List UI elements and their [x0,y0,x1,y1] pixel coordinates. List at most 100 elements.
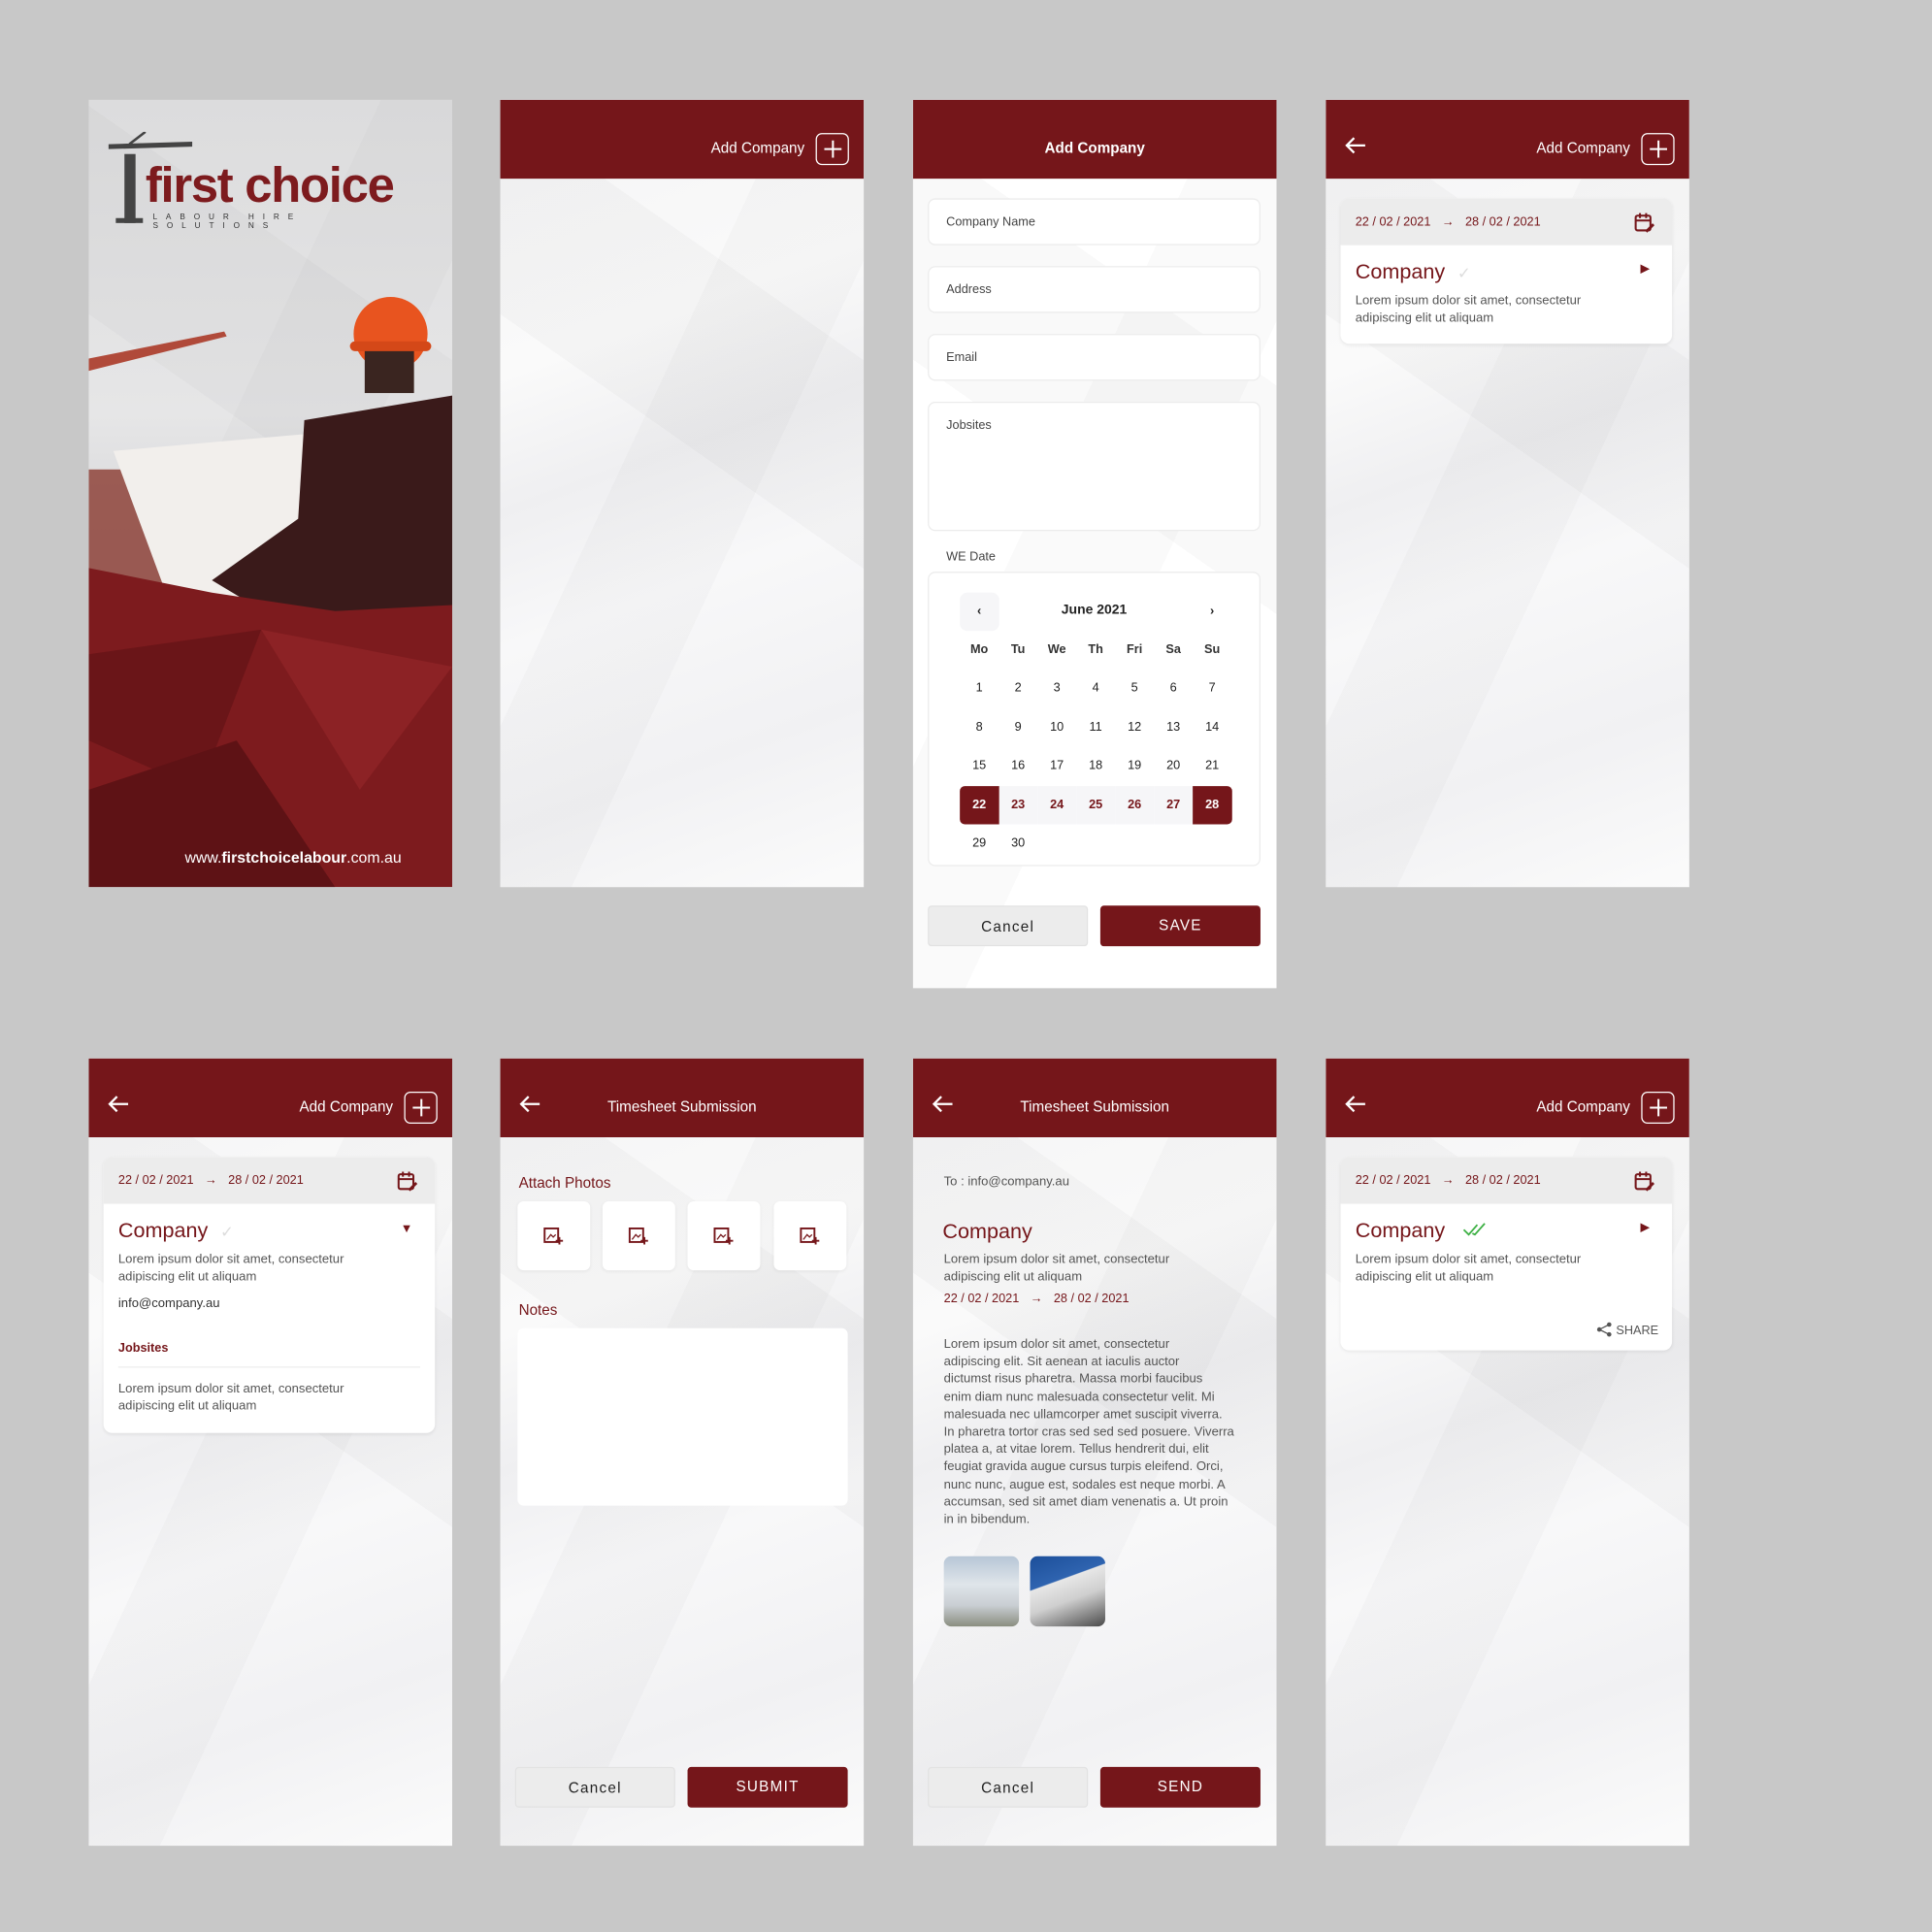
add-company-label[interactable]: Add Company [1536,139,1630,156]
calendar-day[interactable]: 6 [1154,669,1193,706]
calendar-day[interactable]: 30 [999,824,1037,862]
start-date: 22 / 02 / 2021 [117,1174,194,1189]
back-arrow-icon[interactable] [1343,136,1367,155]
add-company-form-screen: Add Company Company Name Address Email J… [912,99,1277,989]
calendar-day[interactable]: 25 [1076,785,1116,824]
back-arrow-icon[interactable] [106,1095,130,1114]
company-list-submitted-screen: Add Company 22 / 02 / 2021 → 28 / 02 / 202… [1326,1058,1689,1847]
company-card[interactable]: 22 / 02 / 2021 → 28 / 02 / 2021 Company ▶ … [1340,1157,1673,1351]
body-line: in in bibendum. [943,1513,1031,1527]
company-description: Lorem ipsum dolor sit amet, consectetur a… [943,1253,1170,1285]
app-header: Timesheet Submission [912,1058,1277,1137]
company-name: Company [1355,259,1446,284]
body-line: malesuada nec ullamcorper amet suscipit … [943,1408,1223,1423]
timesheet-submission-screen: Timesheet Submission Attach Photos Notes… [500,1058,865,1847]
calendar-day[interactable]: 21 [1193,746,1231,784]
send-button[interactable]: SEND [1099,1766,1261,1808]
save-button[interactable]: SAVE [1099,905,1261,947]
cancel-button[interactable]: Cancel [928,1766,1089,1808]
add-company-button[interactable] [404,1092,438,1125]
calendar-day[interactable]: 10 [1037,707,1076,745]
month-label: June 2021 [1061,602,1128,618]
calendar-day[interactable]: 24 [1037,785,1077,824]
calendar-day[interactable]: 8 [960,707,999,745]
timesheet-body: Lorem ipsum dolor sit amet, consectetur a… [944,1337,1234,1529]
email-input[interactable]: Email [928,334,1261,381]
calendar-day[interactable]: 11 [1076,707,1115,745]
calendar-edit-icon[interactable] [1634,1170,1655,1192]
calendar-day[interactable]: 5 [1115,669,1154,706]
calendar-day[interactable]: 22 [960,785,999,824]
calendar-day[interactable]: 3 [1037,669,1076,706]
add-photo-button[interactable] [517,1201,591,1271]
notes-textarea[interactable] [517,1327,848,1506]
collapse-caret-icon[interactable]: ▼ [401,1223,413,1236]
add-company-button[interactable] [815,133,849,166]
logo: first choice LABOUR HIRE SOLUTIONS [108,131,429,230]
company-card[interactable]: 22 / 02 / 2021 → 28 / 02 / 2021 Company ✓ ▶… [1340,198,1673,344]
start-date: 22 / 02 / 2021 [943,1292,1020,1306]
add-company-label[interactable]: Add Company [711,139,805,156]
calendar-day[interactable]: 13 [1154,707,1193,745]
calendar-edit-icon[interactable] [1634,212,1655,233]
page-title: Timesheet Submission [607,1097,757,1116]
calendar-day[interactable]: 16 [999,746,1037,784]
add-image-icon [628,1228,648,1245]
address-input[interactable]: Address [928,266,1261,313]
add-company-button[interactable] [1641,1092,1675,1125]
calendar-edit-icon[interactable] [397,1170,418,1192]
expand-caret-icon[interactable]: ▶ [1640,1221,1650,1234]
calendar-day[interactable]: 18 [1076,746,1115,784]
calendar-day[interactable]: 2 [999,669,1037,706]
calendar-day[interactable]: 20 [1154,746,1193,784]
company-email: info@company.au [117,1297,220,1312]
add-company-label[interactable]: Add Company [1536,1097,1630,1115]
weekday-header: Su [1204,642,1221,657]
calendar-day[interactable]: 26 [1115,785,1155,824]
url-prefix: www. [184,848,222,867]
date-range: 22 / 02 / 2021 → 28 / 02 / 2021 [1340,198,1673,246]
cancel-button[interactable]: Cancel [514,1766,675,1808]
company-name: Company [942,1220,1032,1244]
add-image-icon [713,1228,734,1245]
calendar-day[interactable]: 29 [960,824,999,862]
url-suffix: .com.au [346,848,402,867]
add-company-label[interactable]: Add Company [299,1097,393,1115]
calendar-day[interactable]: 1 [960,669,999,706]
weekday-header: Fri [1127,642,1143,657]
arrow-right-icon: → [1030,1292,1043,1306]
timesheet-preview-screen: Timesheet Submission To : info@company.a… [912,1058,1277,1847]
calendar-day[interactable]: 14 [1193,707,1231,745]
calendar-day[interactable]: 19 [1115,746,1154,784]
company-name-input[interactable]: Company Name [928,198,1261,246]
add-photo-button[interactable] [687,1201,761,1271]
calendar-day[interactable]: 23 [999,785,1038,824]
share-button[interactable]: SHARE [1596,1322,1658,1338]
plus-icon [1650,140,1667,158]
app-header: Add Company [1326,1058,1689,1137]
company-list-screen: Add Company 22 / 02 / 2021 → 28 / 02 / 202… [1326,99,1689,888]
attached-photo[interactable] [1030,1555,1105,1627]
calendar-day[interactable]: 7 [1193,669,1231,706]
expand-caret-icon[interactable]: ▶ [1640,262,1650,276]
calendar-day[interactable]: 12 [1115,707,1154,745]
jobsites-description: Lorem ipsum dolor sit amet, consectetur a… [117,1382,344,1414]
add-photo-button[interactable] [773,1201,847,1271]
cancel-button[interactable]: Cancel [928,905,1089,947]
calendar-day[interactable]: 9 [999,707,1037,745]
add-company-button[interactable] [1641,133,1675,166]
body-line: enim diam nunc malesuada consectetur vel… [943,1391,1215,1405]
back-arrow-icon[interactable] [1343,1095,1367,1114]
attached-photo[interactable] [943,1555,1020,1627]
calendar-day[interactable]: 28 [1193,785,1232,824]
website-url: www.firstchoicelabour.com.au [184,849,401,867]
calendar-day[interactable]: 15 [960,746,999,784]
submit-button[interactable]: SUBMIT [687,1766,848,1808]
calendar-day[interactable]: 17 [1037,746,1076,784]
calendar-day[interactable]: 4 [1076,669,1115,706]
company-card-expanded[interactable]: 22 / 02 / 2021 → 28 / 02 / 2021 Company ✓ ▼… [103,1157,436,1433]
jobsites-input[interactable]: Jobsites [928,401,1261,532]
add-photo-button[interactable] [602,1201,675,1271]
body-line: Lorem ipsum dolor sit amet, consectetur [943,1337,1170,1352]
calendar-day[interactable]: 27 [1154,785,1194,824]
